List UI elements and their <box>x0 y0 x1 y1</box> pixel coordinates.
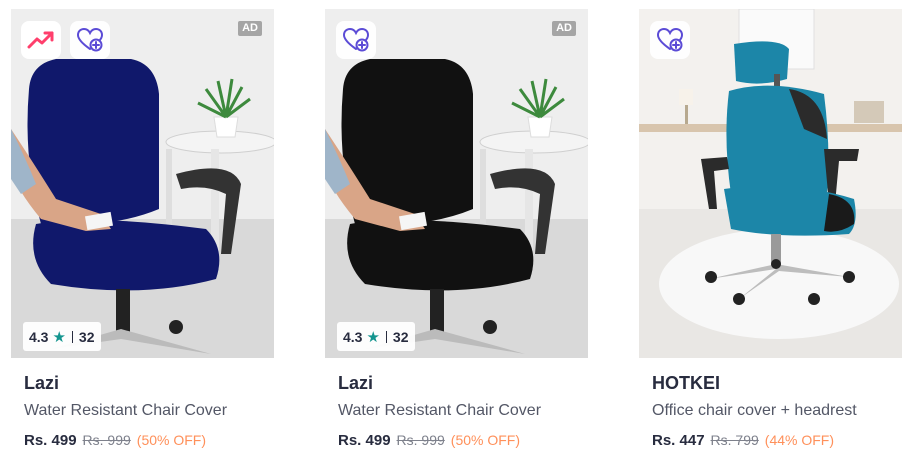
product-card[interactable]: AD 4.3 ★ 32 Lazi Water Resistant Chair C… <box>11 9 274 461</box>
product-image[interactable] <box>639 9 902 358</box>
star-icon: ★ <box>52 328 66 346</box>
heart-plus-icon <box>656 27 684 52</box>
price-row: Rs. 499 Rs. 999 (50% OFF) <box>24 432 206 449</box>
rating-value: 4.3 <box>343 328 363 345</box>
product-mrp: Rs. 999 <box>82 432 131 448</box>
product-price: Rs. 499 <box>24 432 77 449</box>
product-card[interactable]: AD 4.3 ★ 32 Lazi Water Resistant Chair C… <box>325 9 588 461</box>
rating-badge: 4.3 ★ 32 <box>337 322 415 351</box>
rating-badge: 4.3 ★ 32 <box>23 322 101 351</box>
rating-value: 4.3 <box>29 328 49 345</box>
price-row: Rs. 447 Rs. 799 (44% OFF) <box>652 432 834 449</box>
product-brand[interactable]: Lazi <box>24 373 59 394</box>
product-image[interactable]: AD 4.3 ★ 32 <box>11 9 274 358</box>
heart-plus-icon <box>342 27 370 52</box>
chair-photo <box>325 9 588 358</box>
product-price: Rs. 447 <box>652 432 705 449</box>
product-card[interactable]: HOTKEI Office chair cover + headrest Rs.… <box>639 9 902 461</box>
product-mrp: Rs. 799 <box>710 432 759 448</box>
product-title[interactable]: Water Resistant Chair Cover <box>338 402 541 420</box>
rating-separator <box>71 330 73 343</box>
product-brand[interactable]: HOTKEI <box>652 373 720 394</box>
product-image[interactable]: AD 4.3 ★ 32 <box>325 9 588 358</box>
product-brand[interactable]: Lazi <box>338 373 373 394</box>
ad-badge: AD <box>238 21 262 36</box>
chair-photo <box>11 9 274 358</box>
product-discount: (44% OFF) <box>764 432 835 448</box>
rating-count: 32 <box>78 328 95 345</box>
wishlist-button[interactable] <box>650 21 690 59</box>
star-icon: ★ <box>366 328 380 346</box>
rating-count: 32 <box>392 328 409 345</box>
ad-badge: AD <box>552 21 576 36</box>
product-discount: (50% OFF) <box>136 432 207 448</box>
product-title[interactable]: Water Resistant Chair Cover <box>24 402 227 420</box>
rating-separator <box>385 330 387 343</box>
product-price: Rs. 499 <box>338 432 391 449</box>
wishlist-button[interactable] <box>336 21 376 59</box>
wishlist-button[interactable] <box>70 21 110 59</box>
price-row: Rs. 499 Rs. 999 (50% OFF) <box>338 432 520 449</box>
heart-plus-icon <box>76 27 104 52</box>
product-title[interactable]: Office chair cover + headrest <box>652 402 857 420</box>
product-discount: (50% OFF) <box>450 432 521 448</box>
chair-photo <box>639 9 902 358</box>
product-mrp: Rs. 999 <box>396 432 445 448</box>
trending-up-icon <box>27 31 54 49</box>
trending-button[interactable] <box>21 21 61 59</box>
